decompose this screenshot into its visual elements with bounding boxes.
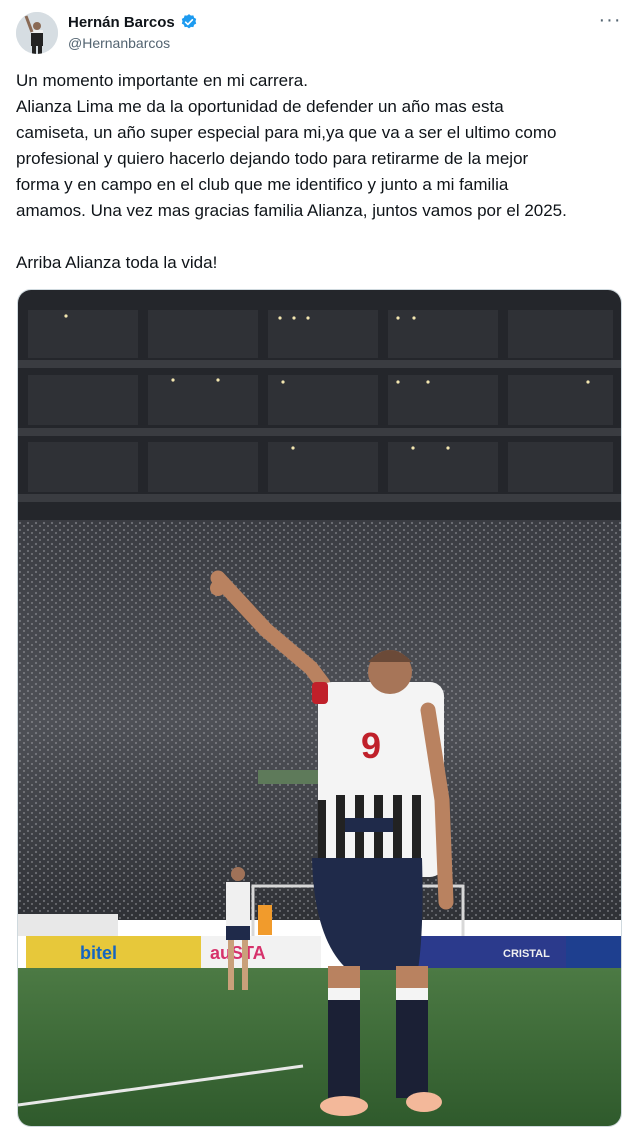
more-dots-icon[interactable]: ··· [598, 10, 622, 32]
author-handle[interactable]: @Hernanbarcos [68, 35, 170, 51]
tweet-line: Alianza Lima me da la oportunidad de def… [16, 97, 504, 116]
tweet-line: amamos. Una vez mas gracias familia Alia… [16, 201, 567, 220]
tweet-text: Un momento importante en mi carrera. Ali… [16, 68, 626, 276]
tweet-line: forma y en campo en el club que me ident… [16, 175, 509, 194]
tweet-line: Arriba Alianza toda la vida! [16, 253, 218, 272]
avatar[interactable] [16, 12, 58, 54]
ad-bitel: bitel [80, 943, 117, 963]
tweet-line: camiseta, un año super especial para mi,… [16, 123, 557, 142]
player-avatar-icon [16, 12, 58, 54]
tweet-photo[interactable]: bitel auSTA CRISTAL 9 [17, 289, 622, 1127]
ad-cristal: CRISTAL [503, 948, 550, 960]
tweet-line: Un momento importante en mi carrera. [16, 71, 308, 90]
verified-badge-icon [181, 14, 196, 29]
tweet-line: profesional y quiero hacerlo dejando tod… [16, 149, 529, 168]
ad-austa: auSTA [210, 943, 266, 963]
tweet-header: Hernán Barcos @Hernanbarcos ··· [14, 10, 626, 58]
author-name[interactable]: Hernán Barcos [68, 14, 175, 31]
jersey-number: 9 [361, 725, 381, 766]
stadium-photo: bitel auSTA CRISTAL 9 [18, 290, 621, 1126]
